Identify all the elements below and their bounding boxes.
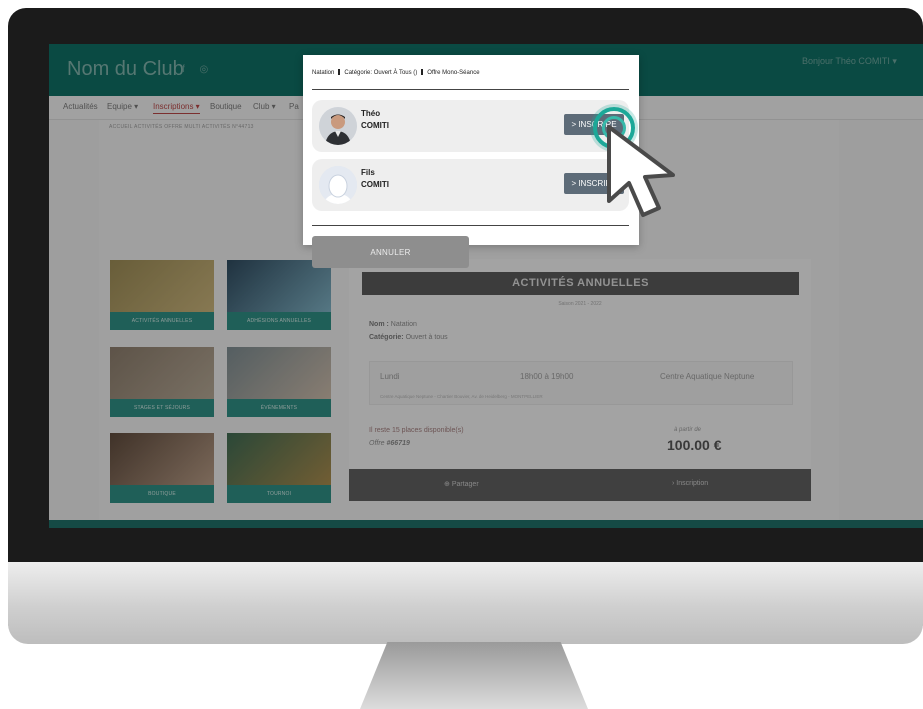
cursor-pointer-icon <box>607 125 675 217</box>
monitor-stand <box>360 642 588 709</box>
registration-modal: Natation Catégorie: Ouvert À Tous () Offre… <box>303 55 639 245</box>
member-row: Théo COMITI > INSCRIRE <box>312 100 629 152</box>
cancel-button[interactable]: ANNULER <box>312 236 469 268</box>
monitor-chin <box>8 562 923 644</box>
divider <box>312 89 629 90</box>
crumb-category: Catégorie: Ouvert À Tous () <box>344 70 418 76</box>
crumb-activity: Natation <box>312 70 335 76</box>
member-row: Fils COMITI > INSCRIRE <box>312 159 629 211</box>
divider <box>312 225 629 226</box>
modal-breadcrumb: Natation Catégorie: Ouvert À Tous () Offre… <box>312 69 480 76</box>
member-last-name: COMITI <box>361 180 389 189</box>
screen: Nom du Club f ◎ Bonjour Théo COMITI ▾ Ac… <box>49 44 923 528</box>
member-last-name: COMITI <box>361 121 389 130</box>
member-first-name: Théo <box>361 109 381 118</box>
crumb-offer: Offre Mono-Séance <box>427 70 480 76</box>
avatar-placeholder <box>319 166 357 204</box>
member-first-name: Fils <box>361 168 375 177</box>
avatar <box>319 107 357 145</box>
